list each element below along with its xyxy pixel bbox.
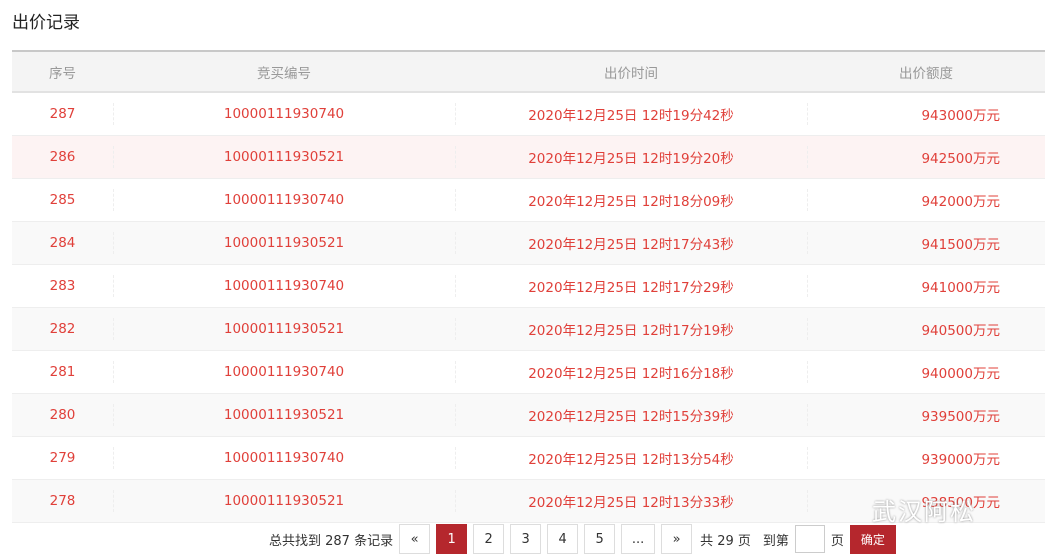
bidder-id: 10000111930740 [113,92,455,136]
row-index: 285 [12,178,113,222]
bid-amount: 939500万元 [807,393,1045,437]
bid-time: 2020年12月25日 12时13分54秒 [455,436,807,480]
col-time: 出价时间 [604,65,658,82]
bidder-id: 10000111930521 [113,307,455,351]
bid-amount: 941500万元 [807,221,1045,265]
bid-amount: 942500万元 [807,135,1045,179]
watermark: 武汉阿松 [872,498,976,526]
bid-amount: 940000万元 [807,350,1045,394]
bidder-id: 10000111930521 [113,479,455,523]
bidder-id: 10000111930740 [113,350,455,394]
col-index: 序号 [49,65,76,82]
total-records: 总共找到 287 条记录 [269,533,394,549]
table-row: 283 10000111930740 2020年12月25日 12时17分29秒 94… [12,264,1045,308]
page-input[interactable] [794,525,825,553]
table-row: 284 10000111930521 2020年12月25日 12时17分43秒 94… [12,221,1045,265]
col-bidder-id: 竞买编号 [257,65,311,82]
goto-label: 到第 [762,533,789,549]
bidder-id: 10000111930740 [113,178,455,222]
bid-time: 2020年12月25日 12时19分42秒 [455,92,807,136]
table-row: 287 10000111930740 2020年12月25日 12时19分42秒 94… [12,92,1045,136]
next-page-button[interactable]: » [661,524,693,554]
table-header: 序号 竞买编号 出价时间 出价额度 [12,51,1045,92]
table-row: 279 10000111930740 2020年12月25日 12时13分54秒 93… [12,436,1045,480]
prev-page-button[interactable]: « [399,524,431,554]
bid-table: 序号 竞买编号 出价时间 出价额度 287 10000111930740 2020年… [12,50,1045,523]
bid-time: 2020年12月25日 12时17分19秒 [455,307,807,351]
bidder-id: 10000111930521 [113,393,455,437]
page-count: 共 29 页 [700,533,751,549]
row-index: 282 [12,307,113,351]
table-row: 286 10000111930521 2020年12月25日 12时19分20秒 94… [12,135,1045,179]
bid-time: 2020年12月25日 12时17分29秒 [455,264,807,308]
bid-amount: 942000万元 [807,178,1045,222]
bid-time: 2020年12月25日 12时13分33秒 [455,479,807,523]
bid-time: 2020年12月25日 12时17分43秒 [455,221,807,265]
confirm-button[interactable]: 确定 [849,524,896,554]
row-index: 287 [12,92,113,136]
col-amount: 出价额度 [899,65,953,82]
bid-amount: 940500万元 [807,307,1045,351]
page-1-button[interactable]: 1 [436,524,468,554]
bid-amount: 939000万元 [807,436,1045,480]
page-unit-label: 页 [830,533,844,549]
bid-time: 2020年12月25日 12时15分39秒 [455,393,807,437]
page-title: 出价记录 [12,13,80,33]
page-2-button[interactable]: 2 [473,524,505,554]
table-row: 280 10000111930521 2020年12月25日 12时15分39秒 93… [12,393,1045,437]
bidder-id: 10000111930740 [113,436,455,480]
row-index: 283 [12,264,113,308]
page-5-button[interactable]: 5 [584,524,616,554]
bid-time: 2020年12月25日 12时16分18秒 [455,350,807,394]
bidder-id: 10000111930740 [113,264,455,308]
row-index: 278 [12,479,113,523]
row-index: 280 [12,393,113,437]
page-3-button[interactable]: 3 [510,524,542,554]
row-index: 279 [12,436,113,480]
table-row: 282 10000111930521 2020年12月25日 12时17分19秒 94… [12,307,1045,351]
row-index: 281 [12,350,113,394]
table-row: 281 10000111930740 2020年12月25日 12时16分18秒 94… [12,350,1045,394]
row-index: 284 [12,221,113,265]
bidder-id: 10000111930521 [113,135,455,179]
bid-amount: 943000万元 [807,92,1045,136]
bid-time: 2020年12月25日 12时18分09秒 [455,178,807,222]
table-row: 285 10000111930740 2020年12月25日 12时18分09秒 94… [12,178,1045,222]
bidder-id: 10000111930521 [113,221,455,265]
pagination: 总共找到 287 条记录 « 1 2 3 4 5 ... » 共 29 页 到第… [269,524,896,554]
bid-time: 2020年12月25日 12时19分20秒 [455,135,807,179]
page-4-button[interactable]: 4 [547,524,579,554]
ellipsis-button[interactable]: ... [621,524,656,554]
bid-amount: 941000万元 [807,264,1045,308]
row-index: 286 [12,135,113,179]
